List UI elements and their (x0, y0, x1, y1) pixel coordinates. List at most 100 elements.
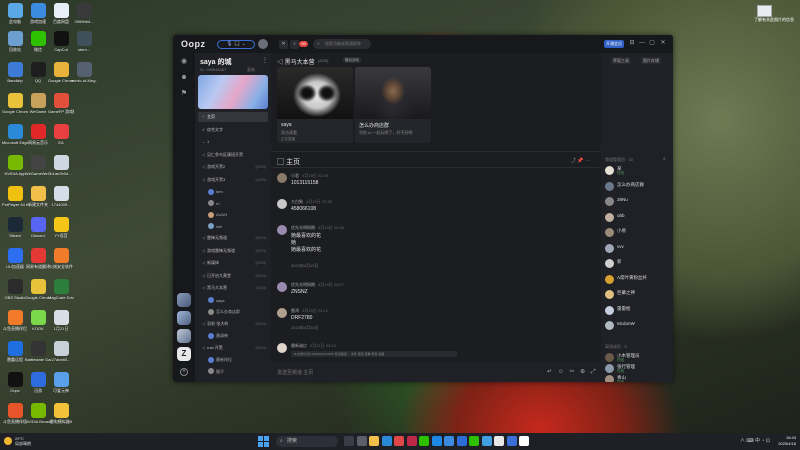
voice-member[interactable]: 怎么办商店群 (198, 307, 268, 316)
start-button[interactable] (258, 436, 269, 447)
taskbar-app-icon[interactable] (344, 436, 354, 446)
taskbar-app-icon[interactable] (394, 436, 404, 446)
channel-item[interactable]: ◁ rust 开黑 (0/20) (198, 343, 268, 353)
desktop-icon[interactable]: YY语音 (48, 217, 74, 238)
desktop-icon[interactable]: stem... (71, 31, 97, 52)
member-item[interactable]: 雷雷枪 (605, 305, 671, 317)
avatar[interactable] (277, 282, 287, 292)
avatar[interactable] (258, 39, 268, 49)
last-activity-button[interactable]: 最后活动 (343, 57, 361, 63)
desktop-icon[interactable]: GameFP 游戏精灵 (48, 93, 74, 114)
avatar[interactable] (277, 199, 287, 209)
taskbar-app-icon[interactable] (431, 436, 442, 446)
desktop-icon[interactable]: 1744009... (48, 186, 74, 207)
desktop-icon[interactable]: 火绒安全软件 (48, 248, 74, 269)
taskbar-app-icon[interactable] (419, 436, 429, 446)
taskbar-search[interactable]: ⌕ 搜索 (276, 436, 338, 447)
taskbar-app-icon[interactable] (381, 436, 392, 446)
maximize-button[interactable]: ▢ (648, 39, 656, 48)
clock[interactable]: 16:43 2025/4/18 (772, 435, 796, 447)
discover-icon[interactable]: ☻ (179, 73, 189, 83)
channel-item[interactable]: ◁ 已开启大黄堂 (0/20) (198, 271, 268, 281)
message-icon[interactable]: ⚑ (179, 89, 189, 99)
more-icon[interactable]: ⋮ (262, 57, 268, 64)
member-item[interactable]: 巨幕之神 (605, 289, 671, 301)
avatar[interactable] (277, 343, 287, 353)
ui-tools-button[interactable]: 界面工具 (611, 57, 631, 64)
voice-member[interactable]: 猫子 (198, 367, 268, 376)
taskbar-app-icon[interactable] (444, 436, 454, 446)
channel-item[interactable]: ◁ 羽毛·张大岭 (0/20) (198, 319, 268, 329)
channel-item[interactable]: ⌄ 1 (198, 137, 268, 147)
member-item[interactable]: 某在线 (605, 165, 671, 177)
member-item[interactable]: McdonW (605, 320, 671, 332)
taskbar-app-icon[interactable] (481, 436, 492, 446)
desktop-icon[interactable]: 可爱元神 (48, 372, 74, 393)
member-item[interactable]: obb (605, 212, 671, 224)
weather-widget[interactable]: 29°C 局部晴朗 (15, 436, 31, 446)
voice-member[interactable]: 最新排位 (198, 355, 268, 364)
member-item[interactable]: 青山 在线 (605, 374, 671, 382)
copy-id-button[interactable]: 复制 (247, 67, 255, 73)
voice-member[interactable]: saya (198, 296, 268, 305)
avatar[interactable] (277, 173, 287, 183)
chat-toolbar[interactable]: ⤴ 📌 ⋯ (571, 157, 590, 164)
taskbar-app-icon[interactable] (519, 436, 529, 446)
desktop-icon[interactable]: EA (48, 124, 74, 145)
channel-item[interactable]: ◁ 游戏开黑3 (4/20) (198, 175, 268, 185)
spotlight-info-icon[interactable]: 了解有关此图片的信息 (754, 5, 794, 22)
channel-item[interactable]: # 综合文字 (198, 125, 268, 135)
member-item[interactable]: 新 (605, 258, 671, 270)
search-icon[interactable]: ⌕ (663, 156, 666, 162)
channel-item[interactable]: ◁ 游戏雷锋无频道 (0/20) (198, 246, 268, 256)
bell-icon[interactable]: ♪ (290, 40, 299, 49)
voice-controls[interactable]: 🎙 🎧 ⌄ (217, 40, 255, 49)
image-storage-button[interactable]: 图片存储 (641, 57, 661, 64)
oopz-server-icon[interactable]: Z (177, 347, 191, 361)
voice-member[interactable]: 邀请神 (198, 331, 268, 340)
member-item[interactable]: vvv (605, 243, 671, 255)
desktop-icon[interactable]: MagCrate Driver (48, 279, 74, 300)
minimize-button[interactable]: — (638, 39, 646, 48)
taskbar-app-icon[interactable] (506, 436, 517, 446)
channel-item[interactable]: ≡ 主页 (198, 112, 268, 122)
avatar[interactable] (277, 225, 287, 235)
avatar[interactable] (277, 308, 287, 318)
channel-item[interactable]: ◁ 新媒体 (0/20) (198, 258, 268, 268)
video-card-saya[interactable]: saya 双击观看 正在直播 (277, 67, 353, 143)
desktop-icon[interactable]: 雷电模拟器9 (48, 403, 74, 424)
vip-button[interactable]: 开通会员 (604, 40, 624, 48)
add-server-icon[interactable]: + (180, 368, 188, 376)
server-avatar-2[interactable] (177, 311, 191, 325)
server-name[interactable]: saya 的城 (200, 57, 232, 67)
channel-item[interactable]: ◁ 游戏开黑2 (0/20) (198, 162, 268, 172)
member-item[interactable]: 小易 (605, 227, 671, 239)
voice-member[interactable]: AUAN (198, 210, 268, 219)
video-card-2[interactable]: 怎么办商店群 华佑 to 一起玩啊了，好不好啊 (355, 67, 431, 143)
pip-icon[interactable]: ⊟ (628, 39, 636, 48)
close-button[interactable]: ✕ (659, 39, 667, 48)
desktop-icon[interactable]: mimic-of-King... (71, 62, 97, 83)
taskbar-app-icon[interactable] (406, 436, 417, 446)
desktop-icon[interactable]: 27abe80... (48, 341, 74, 362)
desktop-icon[interactable]: 1月21日 (48, 310, 74, 331)
server-avatar-1[interactable] (177, 293, 191, 307)
taskbar-app-icon[interactable] (456, 436, 467, 446)
desktop-icon[interactable]: b1ae2b0d... (48, 155, 74, 176)
channel-item[interactable]: ◁ 见仁争鸟区康班开黑 (198, 150, 268, 160)
taskbar-app-icon[interactable] (494, 436, 504, 446)
member-item[interactable]: A席叶黄粉丝杆 (605, 274, 671, 286)
system-tray[interactable]: ∧ ⌨ 中 ◔ ⊡ (740, 437, 770, 444)
weather-icon[interactable] (4, 437, 12, 445)
file-share-snippet[interactable]: Ø [文件分享] 2024/04/12 RPG 导出路径 ... 文件 更多 查… (291, 351, 457, 357)
channel-item[interactable]: ◁ 雷锋无频道 (0/20) (198, 233, 268, 243)
search-input[interactable]: ⌕ 搜索功能或频道昵称 (313, 39, 371, 49)
back-icon[interactable]: ✕ (279, 40, 288, 49)
channel-item[interactable]: ◁ 黑马大本营 (4/20) (198, 283, 268, 293)
member-item[interactable]: 怎么办商店群 (605, 181, 671, 193)
message-composer[interactable]: 发送至频道 主页 ↵ ☺ ✂ ⊕ ⤢ (271, 363, 601, 382)
home-icon[interactable]: ◉ (179, 57, 189, 67)
voice-member[interactable]: tarn (198, 187, 268, 196)
taskbar-app-icon[interactable] (356, 436, 367, 446)
taskbar-app-icon[interactable] (369, 436, 379, 446)
